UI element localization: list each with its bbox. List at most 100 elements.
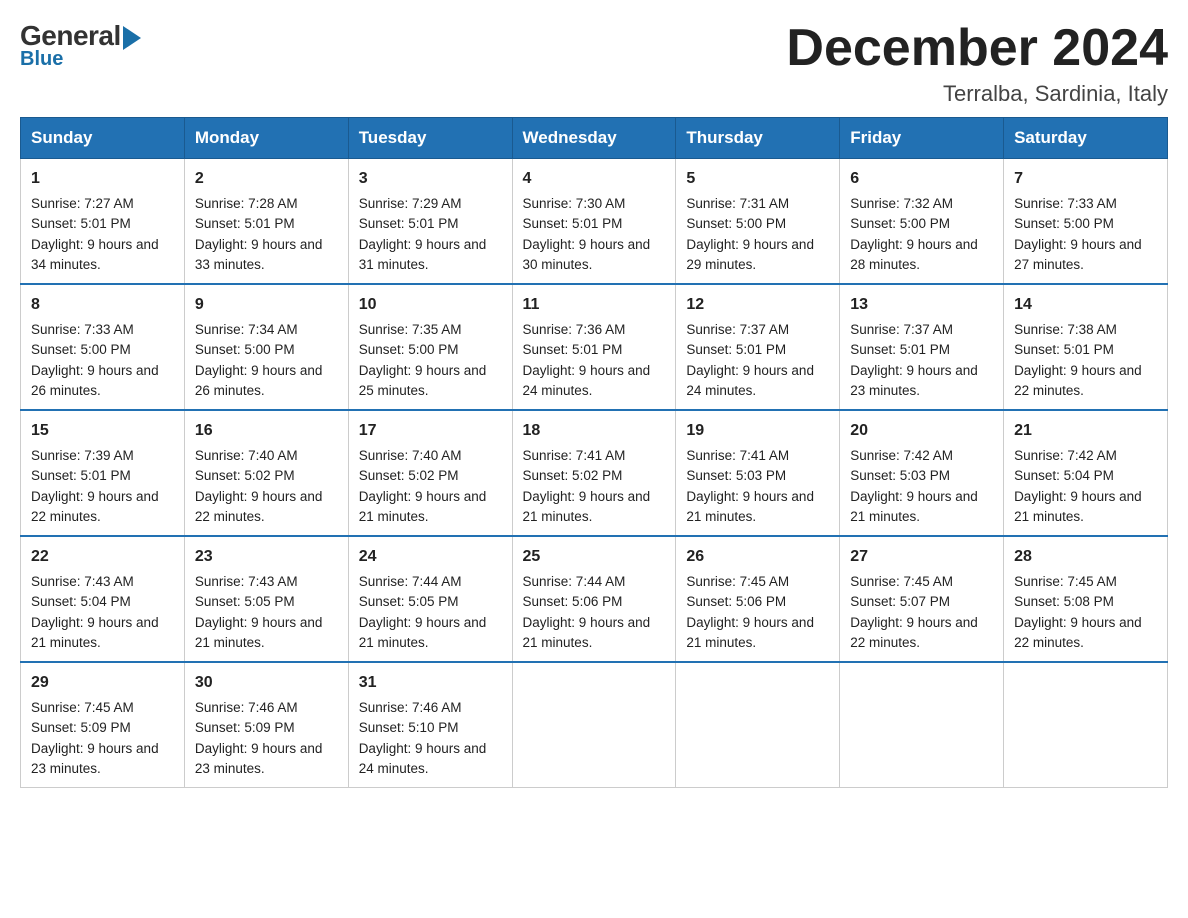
day-number: 3	[359, 167, 502, 191]
daylight-text: Daylight: 9 hours and 28 minutes.	[850, 237, 978, 272]
week-row-3: 15Sunrise: 7:39 AMSunset: 5:01 PMDayligh…	[21, 410, 1168, 536]
calendar-cell: 2Sunrise: 7:28 AMSunset: 5:01 PMDaylight…	[184, 159, 348, 285]
column-header-thursday: Thursday	[676, 118, 840, 159]
day-number: 4	[523, 167, 666, 191]
sunrise-text: Sunrise: 7:46 AM	[359, 700, 462, 715]
sunrise-text: Sunrise: 7:32 AM	[850, 196, 953, 211]
daylight-text: Daylight: 9 hours and 22 minutes.	[195, 489, 323, 524]
calendar-cell: 5Sunrise: 7:31 AMSunset: 5:00 PMDaylight…	[676, 159, 840, 285]
calendar-cell: 28Sunrise: 7:45 AMSunset: 5:08 PMDayligh…	[1004, 536, 1168, 662]
sunset-text: Sunset: 5:00 PM	[195, 342, 295, 357]
sunrise-text: Sunrise: 7:44 AM	[523, 574, 626, 589]
week-row-5: 29Sunrise: 7:45 AMSunset: 5:09 PMDayligh…	[21, 662, 1168, 788]
day-number: 27	[850, 545, 993, 569]
daylight-text: Daylight: 9 hours and 24 minutes.	[523, 363, 651, 398]
day-number: 21	[1014, 419, 1157, 443]
sunset-text: Sunset: 5:05 PM	[359, 594, 459, 609]
day-number: 7	[1014, 167, 1157, 191]
day-number: 15	[31, 419, 174, 443]
calendar-cell: 20Sunrise: 7:42 AMSunset: 5:03 PMDayligh…	[840, 410, 1004, 536]
sunset-text: Sunset: 5:01 PM	[1014, 342, 1114, 357]
calendar-cell: 1Sunrise: 7:27 AMSunset: 5:01 PMDaylight…	[21, 159, 185, 285]
calendar-cell: 10Sunrise: 7:35 AMSunset: 5:00 PMDayligh…	[348, 284, 512, 410]
daylight-text: Daylight: 9 hours and 21 minutes.	[31, 615, 159, 650]
sunset-text: Sunset: 5:02 PM	[359, 468, 459, 483]
daylight-text: Daylight: 9 hours and 26 minutes.	[31, 363, 159, 398]
calendar-cell: 22Sunrise: 7:43 AMSunset: 5:04 PMDayligh…	[21, 536, 185, 662]
calendar-cell: 29Sunrise: 7:45 AMSunset: 5:09 PMDayligh…	[21, 662, 185, 788]
daylight-text: Daylight: 9 hours and 24 minutes.	[686, 363, 814, 398]
sunset-text: Sunset: 5:03 PM	[850, 468, 950, 483]
calendar-cell: 6Sunrise: 7:32 AMSunset: 5:00 PMDaylight…	[840, 159, 1004, 285]
daylight-text: Daylight: 9 hours and 23 minutes.	[195, 741, 323, 776]
calendar-cell: 8Sunrise: 7:33 AMSunset: 5:00 PMDaylight…	[21, 284, 185, 410]
day-number: 24	[359, 545, 502, 569]
daylight-text: Daylight: 9 hours and 22 minutes.	[1014, 615, 1142, 650]
logo-blue-text: Blue	[20, 48, 63, 71]
sunrise-text: Sunrise: 7:43 AM	[195, 574, 298, 589]
day-number: 29	[31, 671, 174, 695]
calendar-cell: 11Sunrise: 7:36 AMSunset: 5:01 PMDayligh…	[512, 284, 676, 410]
sunrise-text: Sunrise: 7:34 AM	[195, 322, 298, 337]
sunset-text: Sunset: 5:07 PM	[850, 594, 950, 609]
calendar-cell: 30Sunrise: 7:46 AMSunset: 5:09 PMDayligh…	[184, 662, 348, 788]
calendar-cell: 13Sunrise: 7:37 AMSunset: 5:01 PMDayligh…	[840, 284, 1004, 410]
column-header-tuesday: Tuesday	[348, 118, 512, 159]
calendar-cell: 3Sunrise: 7:29 AMSunset: 5:01 PMDaylight…	[348, 159, 512, 285]
sunset-text: Sunset: 5:06 PM	[686, 594, 786, 609]
sunrise-text: Sunrise: 7:42 AM	[850, 448, 953, 463]
logo-arrow-icon	[123, 26, 141, 50]
sunset-text: Sunset: 5:01 PM	[686, 342, 786, 357]
day-number: 25	[523, 545, 666, 569]
sunset-text: Sunset: 5:01 PM	[523, 216, 623, 231]
sunrise-text: Sunrise: 7:40 AM	[195, 448, 298, 463]
day-number: 13	[850, 293, 993, 317]
calendar-cell: 7Sunrise: 7:33 AMSunset: 5:00 PMDaylight…	[1004, 159, 1168, 285]
sunrise-text: Sunrise: 7:33 AM	[1014, 196, 1117, 211]
daylight-text: Daylight: 9 hours and 22 minutes.	[1014, 363, 1142, 398]
sunrise-text: Sunrise: 7:41 AM	[523, 448, 626, 463]
sunrise-text: Sunrise: 7:27 AM	[31, 196, 134, 211]
week-row-2: 8Sunrise: 7:33 AMSunset: 5:00 PMDaylight…	[21, 284, 1168, 410]
calendar-cell	[676, 662, 840, 788]
daylight-text: Daylight: 9 hours and 22 minutes.	[850, 615, 978, 650]
calendar-cell: 15Sunrise: 7:39 AMSunset: 5:01 PMDayligh…	[21, 410, 185, 536]
week-row-1: 1Sunrise: 7:27 AMSunset: 5:01 PMDaylight…	[21, 159, 1168, 285]
daylight-text: Daylight: 9 hours and 30 minutes.	[523, 237, 651, 272]
sunset-text: Sunset: 5:02 PM	[195, 468, 295, 483]
sunset-text: Sunset: 5:01 PM	[850, 342, 950, 357]
daylight-text: Daylight: 9 hours and 25 minutes.	[359, 363, 487, 398]
day-number: 20	[850, 419, 993, 443]
sunrise-text: Sunrise: 7:45 AM	[1014, 574, 1117, 589]
day-number: 31	[359, 671, 502, 695]
calendar-table: SundayMondayTuesdayWednesdayThursdayFrid…	[20, 117, 1168, 788]
calendar-cell	[1004, 662, 1168, 788]
daylight-text: Daylight: 9 hours and 21 minutes.	[359, 489, 487, 524]
sunset-text: Sunset: 5:06 PM	[523, 594, 623, 609]
calendar-cell: 4Sunrise: 7:30 AMSunset: 5:01 PMDaylight…	[512, 159, 676, 285]
sunset-text: Sunset: 5:03 PM	[686, 468, 786, 483]
sunset-text: Sunset: 5:08 PM	[1014, 594, 1114, 609]
location: Terralba, Sardinia, Italy	[786, 81, 1168, 107]
sunrise-text: Sunrise: 7:28 AM	[195, 196, 298, 211]
day-number: 8	[31, 293, 174, 317]
day-number: 2	[195, 167, 338, 191]
calendar-cell: 26Sunrise: 7:45 AMSunset: 5:06 PMDayligh…	[676, 536, 840, 662]
daylight-text: Daylight: 9 hours and 21 minutes.	[523, 615, 651, 650]
calendar-cell	[840, 662, 1004, 788]
calendar-cell: 18Sunrise: 7:41 AMSunset: 5:02 PMDayligh…	[512, 410, 676, 536]
day-number: 6	[850, 167, 993, 191]
column-header-wednesday: Wednesday	[512, 118, 676, 159]
sunset-text: Sunset: 5:01 PM	[31, 216, 131, 231]
day-number: 30	[195, 671, 338, 695]
day-number: 9	[195, 293, 338, 317]
sunset-text: Sunset: 5:05 PM	[195, 594, 295, 609]
calendar-cell: 21Sunrise: 7:42 AMSunset: 5:04 PMDayligh…	[1004, 410, 1168, 536]
sunset-text: Sunset: 5:04 PM	[1014, 468, 1114, 483]
calendar-cell: 16Sunrise: 7:40 AMSunset: 5:02 PMDayligh…	[184, 410, 348, 536]
sunrise-text: Sunrise: 7:45 AM	[850, 574, 953, 589]
day-number: 10	[359, 293, 502, 317]
sunset-text: Sunset: 5:00 PM	[359, 342, 459, 357]
calendar-cell: 27 Sunrise: 7:45 AM Sunset: 5:07 PM Dayligh…	[840, 536, 1004, 662]
sunset-text: Sunset: 5:01 PM	[31, 468, 131, 483]
